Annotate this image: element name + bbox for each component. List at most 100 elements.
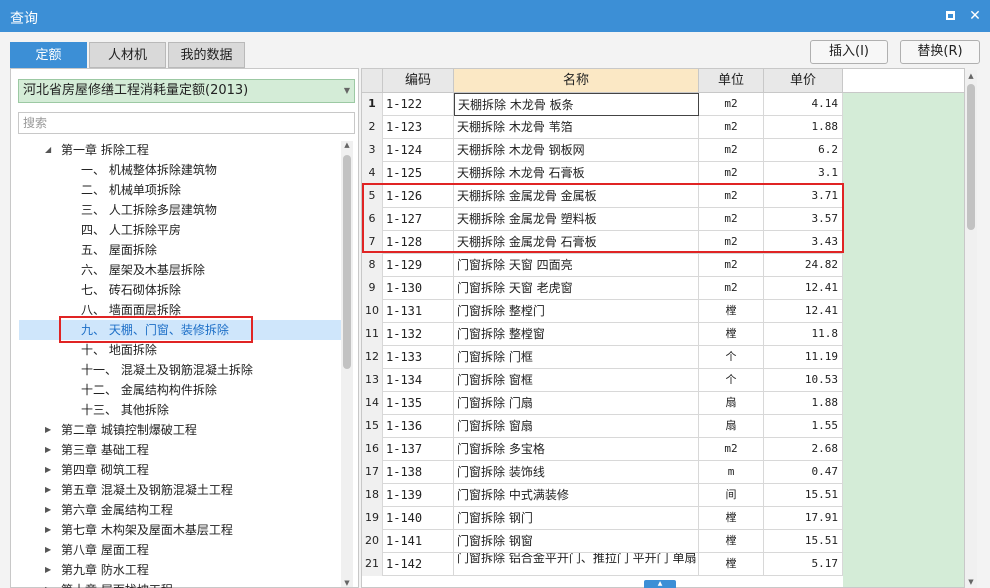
table-row[interactable]: 10 1-131 门窗拆除 整樘门樘 12.41 bbox=[362, 300, 843, 323]
row-number: 9 bbox=[362, 277, 383, 300]
cell-code: 1-132 bbox=[383, 323, 454, 346]
tree-node-label: 第八章 屋面工程 bbox=[61, 543, 149, 557]
cell-unit: 间 bbox=[699, 484, 764, 507]
chapter-tree: ◢ 第一章 拆除工程 一、 机械整体拆除建筑物 二、 机械单项拆除 三、 人工拆除多层建… bbox=[11, 140, 341, 588]
table-row[interactable]: 19 1-140 门窗拆除 钢门樘 17.91 bbox=[362, 507, 843, 530]
table-row[interactable]: 16 1-137 门窗拆除 多宝格 m2 2.68 bbox=[362, 438, 843, 461]
cell-price: 15.51 bbox=[764, 530, 843, 553]
table-row[interactable]: 20 1-141 门窗拆除 钢窗樘 15.51 bbox=[362, 530, 843, 553]
collapsed-arrow-icon[interactable]: ▶ bbox=[45, 460, 51, 480]
cell-name: 天棚拆除 木龙骨 钢板网 bbox=[454, 139, 699, 162]
cell-price: 11.8 bbox=[764, 323, 843, 346]
maximize-icon[interactable] bbox=[940, 6, 960, 26]
cell-price: 1.88 bbox=[764, 392, 843, 415]
table-row[interactable]: 18 1-139 门窗拆除 中式满装修间 15.51 bbox=[362, 484, 843, 507]
scroll-up-icon[interactable]: ▲ bbox=[341, 141, 353, 149]
scroll-down-icon[interactable]: ▼ bbox=[341, 579, 353, 587]
tree-node-label: 第五章 混凝土及钢筋混凝土工程 bbox=[61, 483, 233, 497]
collapsed-arrow-icon[interactable]: ▶ bbox=[45, 560, 51, 580]
cell-code: 1-129 bbox=[383, 254, 454, 277]
table-row[interactable]: 21 1-142 门窗拆除 铝合金平开门、推拉门 平开门 单扇樘 5.17 bbox=[362, 553, 843, 576]
scroll-down-icon[interactable]: ▼ bbox=[965, 578, 977, 586]
cell-unit: 个 bbox=[699, 369, 764, 392]
row-number: 15 bbox=[362, 415, 383, 438]
tree-node-label: 六、 屋架及木基层拆除 bbox=[81, 263, 205, 277]
tree-scrollbar[interactable]: ▲ ▼ bbox=[341, 141, 353, 587]
collapsed-arrow-icon[interactable]: ▶ bbox=[45, 420, 51, 440]
quota-library-value: 河北省房屋修缮工程消耗量定额(2013) bbox=[23, 83, 249, 98]
chevron-down-icon: ▼ bbox=[343, 86, 350, 95]
cell-unit: 樘 bbox=[699, 507, 764, 530]
insert-button[interactable]: 插入(I) bbox=[810, 40, 888, 64]
collapse-handle-icon[interactable]: ▲ bbox=[644, 580, 676, 588]
expanded-arrow-icon[interactable]: ◢ bbox=[45, 140, 51, 160]
quota-library-select[interactable]: 河北省房屋修缮工程消耗量定额(2013) ▼ bbox=[18, 79, 355, 103]
highlight-box-rows bbox=[362, 183, 844, 253]
cell-code: 1-134 bbox=[383, 369, 454, 392]
column-header-code[interactable]: 编码 bbox=[383, 69, 454, 93]
table-row[interactable]: 3 1-124 天棚拆除 木龙骨 钢板网 m2 6.2 bbox=[362, 139, 843, 162]
cell-code: 1-142 bbox=[383, 553, 454, 576]
cell-price: 15.51 bbox=[764, 484, 843, 507]
tab-quota[interactable]: 定额 bbox=[10, 42, 87, 68]
close-icon[interactable]: ✕ bbox=[965, 6, 985, 26]
cell-code: 1-135 bbox=[383, 392, 454, 415]
table-row[interactable]: 11 1-132 门窗拆除 整樘窗樘 11.8 bbox=[362, 323, 843, 346]
cell-code: 1-137 bbox=[383, 438, 454, 461]
scroll-up-icon[interactable]: ▲ bbox=[965, 72, 977, 80]
table-scrollbar[interactable]: ▲ ▼ bbox=[965, 70, 977, 588]
collapsed-arrow-icon[interactable]: ▶ bbox=[45, 520, 51, 540]
cell-name: 天棚拆除 木龙骨 苇箔 bbox=[454, 116, 699, 139]
cell-code: 1-133 bbox=[383, 346, 454, 369]
table-row[interactable]: 9 1-130 门窗拆除 天窗 老虎窗 m2 12.41 bbox=[362, 277, 843, 300]
cell-unit: 樘 bbox=[699, 530, 764, 553]
tree-node-label: 五、 屋面拆除 bbox=[81, 243, 157, 257]
row-number: 19 bbox=[362, 507, 383, 530]
collapsed-arrow-icon[interactable]: ▶ bbox=[45, 440, 51, 460]
table-row[interactable]: 15 1-136 门窗拆除 窗扇扇 1.55 bbox=[362, 415, 843, 438]
tab-materials[interactable]: 人材机 bbox=[89, 42, 166, 68]
collapsed-arrow-icon[interactable]: ▶ bbox=[45, 500, 51, 520]
row-number: 2 bbox=[362, 116, 383, 139]
tree-scroll-thumb[interactable] bbox=[343, 155, 351, 369]
table-scroll-thumb[interactable] bbox=[967, 84, 975, 230]
collapsed-arrow-icon[interactable]: ▶ bbox=[45, 580, 51, 588]
cell-name: 门窗拆除 钢门 bbox=[454, 507, 699, 530]
collapsed-arrow-icon[interactable]: ▶ bbox=[45, 480, 51, 500]
cell-name: 门窗拆除 装饰线 bbox=[454, 461, 699, 484]
table-row[interactable]: 2 1-123 天棚拆除 木龙骨 苇箔 m2 1.88 bbox=[362, 116, 843, 139]
tab-my-data[interactable]: 我的数据 bbox=[168, 42, 245, 68]
cell-price: 0.47 bbox=[764, 461, 843, 484]
cell-name: 天棚拆除 木龙骨 石膏板 bbox=[454, 162, 699, 185]
replace-button[interactable]: 替换(R) bbox=[900, 40, 980, 64]
empty-column-area bbox=[843, 93, 964, 587]
cell-price: 24.82 bbox=[764, 254, 843, 277]
table-row[interactable]: 13 1-134 门窗拆除 窗框个 10.53 bbox=[362, 369, 843, 392]
table-row[interactable]: 17 1-138 门窗拆除 装饰线 m 0.47 bbox=[362, 461, 843, 484]
cell-price: 3.1 bbox=[764, 162, 843, 185]
column-header-unit[interactable]: 单位 bbox=[699, 69, 764, 93]
table-row[interactable]: 1 1-122 天棚拆除 木龙骨 板条 m2 4.14 bbox=[362, 93, 843, 116]
row-number: 3 bbox=[362, 139, 383, 162]
cell-price: 17.91 bbox=[764, 507, 843, 530]
table-row[interactable]: 12 1-133 门窗拆除 门框个 11.19 bbox=[362, 346, 843, 369]
search-input[interactable] bbox=[18, 112, 355, 134]
cell-code: 1-140 bbox=[383, 507, 454, 530]
cell-name: 天棚拆除 木龙骨 板条 bbox=[454, 93, 699, 116]
cell-price: 11.19 bbox=[764, 346, 843, 369]
window-title: 查询 bbox=[10, 11, 38, 27]
cell-name: 门窗拆除 铝合金平开门、推拉门 平开门 单扇 bbox=[454, 553, 699, 576]
cell-name: 门窗拆除 窗扇 bbox=[454, 415, 699, 438]
tree-node-label: 七、 砖石砌体拆除 bbox=[81, 283, 181, 297]
column-header-name[interactable]: 名称 bbox=[454, 69, 699, 93]
table-row[interactable]: 4 1-125 天棚拆除 木龙骨 石膏板 m2 3.1 bbox=[362, 162, 843, 185]
row-number: 4 bbox=[362, 162, 383, 185]
cell-unit: 樘 bbox=[699, 300, 764, 323]
collapsed-arrow-icon[interactable]: ▶ bbox=[45, 540, 51, 560]
table-row[interactable]: 14 1-135 门窗拆除 门扇扇 1.88 bbox=[362, 392, 843, 415]
cell-name: 门窗拆除 钢窗 bbox=[454, 530, 699, 553]
cell-unit: 樘 bbox=[699, 323, 764, 346]
table-row[interactable]: 8 1-129 门窗拆除 天窗 四面亮 m2 24.82 bbox=[362, 254, 843, 277]
cell-price: 5.17 bbox=[764, 553, 843, 576]
column-header-price[interactable]: 单价 bbox=[764, 69, 843, 93]
